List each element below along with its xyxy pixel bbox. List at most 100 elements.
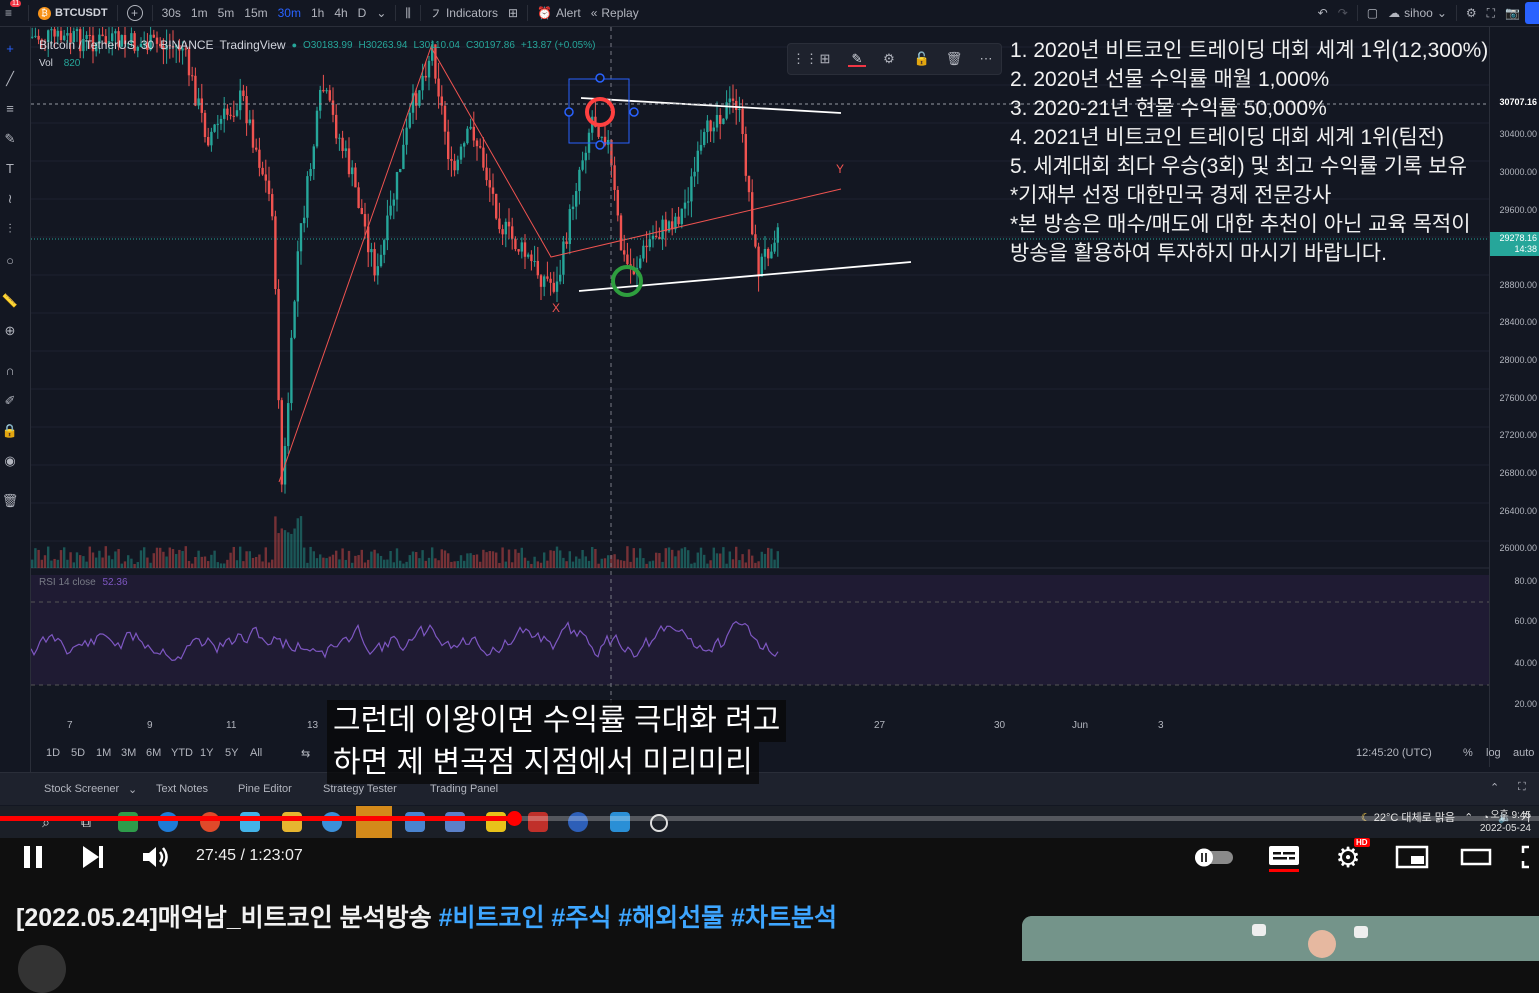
ruler-icon[interactable]: 📏	[0, 291, 20, 311]
browser-icon[interactable]	[200, 812, 220, 832]
search-icon[interactable]: ⌕	[36, 812, 56, 832]
task-view-icon[interactable]: ⧉	[76, 812, 96, 832]
mute-button[interactable]	[140, 842, 172, 872]
pause-button[interactable]	[18, 842, 48, 872]
symbol-search[interactable]: ₿ BTCUSDT	[33, 6, 113, 20]
settings-button[interactable]: ⚙ HD	[1330, 838, 1370, 873]
settings-button[interactable]: ⚙	[1461, 6, 1482, 20]
range-5d[interactable]: 5D	[71, 747, 85, 759]
tab-pine-editor[interactable]: Pine Editor	[238, 783, 292, 795]
interval-1m[interactable]: 1m	[186, 6, 213, 20]
range-5y[interactable]: 5Y	[225, 747, 238, 759]
trash-icon[interactable]: 🗑	[0, 491, 20, 511]
app-icon[interactable]	[405, 812, 425, 832]
title-hashtags[interactable]: #비트코인 #주식 #해외선물 #차트분석	[439, 904, 837, 932]
range-6m[interactable]: 6M	[146, 747, 161, 759]
interval-dropdown[interactable]: ⌄	[371, 6, 391, 20]
price-scale[interactable]: 30400.0030000.0029600.0029200.0028800.00…	[1489, 27, 1539, 767]
compare-button[interactable]: +	[122, 5, 148, 21]
recommended-video-thumbnail[interactable]	[1022, 916, 1539, 961]
interval-4h[interactable]: 4h	[329, 6, 352, 20]
brush-icon[interactable]: ✎	[0, 129, 20, 149]
pattern-icon[interactable]: ≀	[0, 189, 20, 209]
next-button[interactable]	[78, 842, 108, 872]
fib-icon[interactable]: ≡	[0, 99, 20, 119]
tab-trading-panel[interactable]: Trading Panel	[430, 783, 498, 795]
interval-15m[interactable]: 15m	[239, 6, 272, 20]
alert-button[interactable]: ⏰ Alert	[532, 6, 586, 20]
screenshot-button[interactable]: 📷	[1500, 6, 1525, 20]
chevron-down-icon[interactable]: ⌄	[128, 783, 137, 796]
tab-strategy-tester[interactable]: Strategy Tester	[323, 783, 397, 795]
interval-D[interactable]: D	[353, 6, 372, 20]
line-color-icon[interactable]: ✎	[848, 50, 866, 68]
zoom-in-icon[interactable]: ⊕	[0, 321, 20, 341]
maximize-panel-icon[interactable]: ⛶	[1518, 781, 1526, 794]
interval-5m[interactable]: 5m	[213, 6, 240, 20]
layout-select-button[interactable]: ▢	[1362, 6, 1383, 20]
forecast-icon[interactable]: ⫶	[0, 219, 20, 239]
crosshair-icon[interactable]: +	[0, 39, 20, 59]
menu-button[interactable]: ≡ 11	[0, 0, 24, 20]
miniplayer-button[interactable]	[1394, 842, 1430, 872]
range-3m[interactable]: 3M	[121, 747, 136, 759]
calculator-icon[interactable]	[445, 812, 465, 832]
lock-pencil-icon[interactable]: ✐	[0, 391, 20, 411]
settings-icon[interactable]: ⚙	[880, 50, 898, 68]
log-toggle[interactable]: log	[1486, 747, 1501, 759]
utc-clock[interactable]: 12:45:20 (UTC)	[1356, 747, 1432, 759]
app-icon[interactable]	[528, 812, 548, 832]
tab-stock-screener[interactable]: Stock Screener	[44, 783, 119, 795]
folder-icon[interactable]	[282, 812, 302, 832]
chrome-icon[interactable]	[568, 812, 588, 832]
publish-button[interactable]	[1525, 2, 1539, 24]
templates-icon[interactable]: ⊞	[816, 50, 834, 68]
app-icon[interactable]	[240, 812, 260, 832]
replay-button[interactable]: « Replay	[586, 6, 644, 20]
telegram-icon[interactable]	[610, 812, 630, 832]
delete-icon[interactable]: 🗑	[945, 50, 963, 68]
percent-toggle[interactable]: %	[1463, 747, 1473, 759]
kakao-icon[interactable]	[486, 812, 506, 832]
interval-30s[interactable]: 30s	[157, 6, 186, 20]
video-progress-bar[interactable]	[0, 811, 1539, 826]
subtitles-button[interactable]	[1266, 842, 1302, 872]
fullscreen-button[interactable]	[1520, 842, 1539, 872]
interval-1h[interactable]: 1h	[306, 6, 329, 20]
indicators-button[interactable]: ㇇ Indicators	[425, 5, 503, 22]
ie-icon[interactable]	[322, 812, 342, 832]
shape-circle-icon[interactable]: ○	[0, 251, 20, 271]
layouts-button[interactable]: ⊞	[503, 6, 523, 20]
compare-range-icon[interactable]: ⇆	[301, 747, 310, 760]
trend-line-icon[interactable]: ╱	[0, 69, 20, 89]
auto-toggle[interactable]: auto	[1513, 747, 1534, 759]
progress-scrubber[interactable]	[507, 811, 523, 826]
magnet-icon[interactable]: ∩	[0, 361, 20, 381]
undo-button[interactable]: ↶	[1313, 6, 1333, 20]
more-icon[interactable]: ⋯	[977, 50, 995, 68]
autoplay-toggle[interactable]	[1192, 842, 1238, 872]
lock-icon[interactable]: 🔒	[0, 421, 20, 441]
range-ytd[interactable]: YTD	[171, 747, 193, 759]
chart-type-button[interactable]: ⫼	[400, 6, 416, 21]
unlock-icon[interactable]: 🔓	[913, 50, 931, 68]
redo-button[interactable]: ↷	[1333, 6, 1353, 20]
cloud-save-button[interactable]: ☁ sihoo ⌄	[1383, 6, 1452, 20]
range-1d[interactable]: 1D	[46, 747, 60, 759]
range-1y[interactable]: 1Y	[200, 747, 213, 759]
fullscreen-button[interactable]: ⛶	[1482, 6, 1500, 21]
range-all[interactable]: All	[250, 747, 262, 759]
tab-text-notes[interactable]: Text Notes	[156, 783, 208, 795]
app-icon[interactable]	[118, 812, 138, 832]
collapse-panel-icon[interactable]: ⌃	[1490, 781, 1499, 794]
range-1m[interactable]: 1M	[96, 747, 111, 759]
clock[interactable]: 오후 9:45 2022-05-24	[1471, 809, 1531, 835]
text-icon[interactable]: T	[0, 159, 20, 179]
interval-30m[interactable]: 30m	[273, 6, 306, 20]
theater-mode-button[interactable]	[1458, 842, 1494, 872]
drag-handle-icon[interactable]: ⋮⋮	[792, 50, 818, 68]
channel-avatar[interactable]	[18, 945, 66, 993]
edge-icon[interactable]	[158, 812, 178, 832]
eye-icon[interactable]: ◉	[0, 451, 20, 471]
active-app-icon[interactable]	[356, 806, 392, 838]
